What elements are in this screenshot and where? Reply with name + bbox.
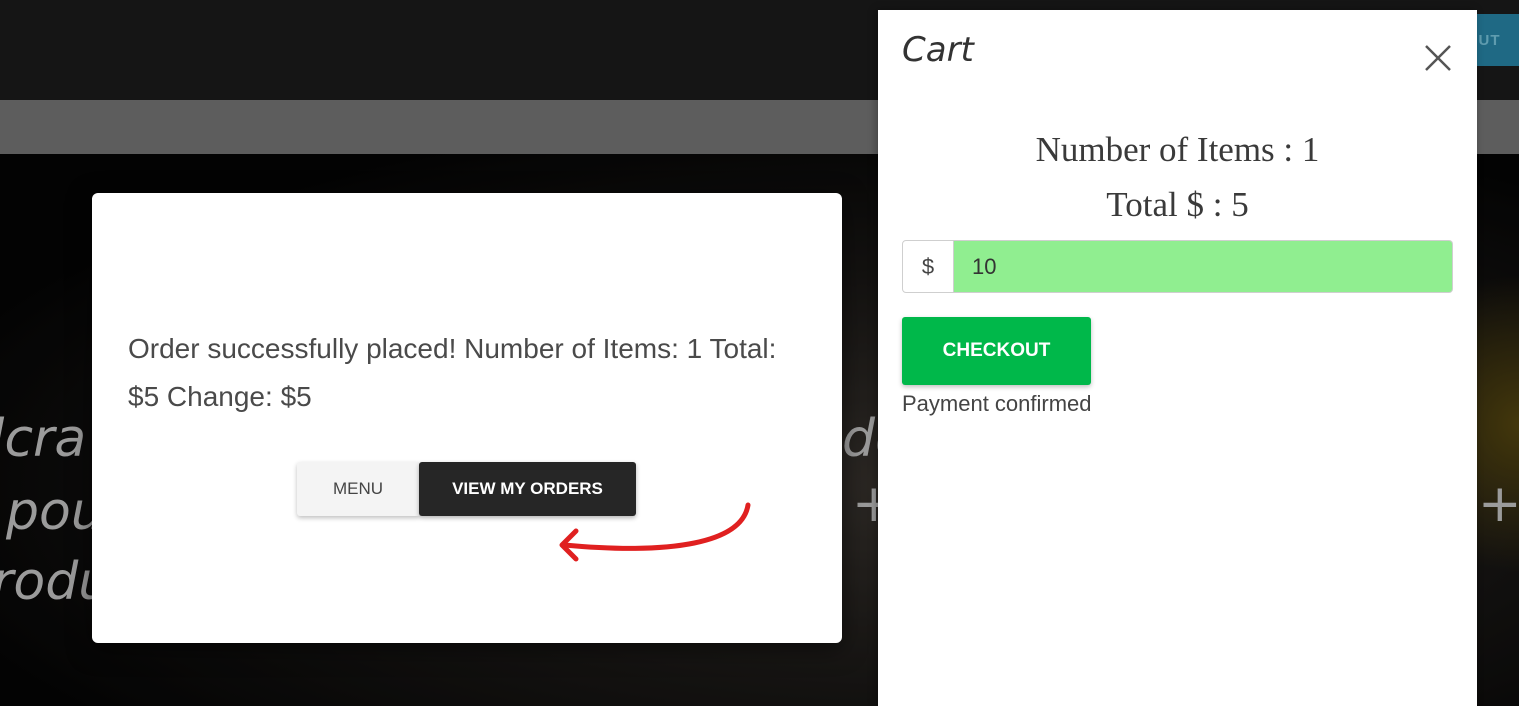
currency-addon: $	[902, 240, 954, 293]
annotation-arrow-icon	[559, 502, 751, 562]
cart-drawer: Cart Number of Items : 1 Total $ : 5 $ 1…	[878, 10, 1477, 706]
menu-button[interactable]: MENU	[297, 462, 419, 516]
cart-title: Cart	[902, 30, 974, 70]
cart-item-count: Number of Items : 1	[1035, 130, 1320, 169]
close-icon[interactable]	[1420, 40, 1456, 76]
order-success-message: Order successfully placed! Number of Ite…	[128, 333, 777, 412]
cart-total: Total $ : 5	[1106, 185, 1249, 224]
payment-status-text: Payment confirmed	[902, 391, 1092, 416]
order-success-modal: Order successfully placed! Number of Ite…	[92, 193, 842, 643]
payment-amount-input[interactable]: 10	[954, 240, 1453, 293]
payment-amount-group: $ 10	[902, 240, 1453, 293]
checkout-button[interactable]: CHECKOUT	[902, 317, 1091, 385]
